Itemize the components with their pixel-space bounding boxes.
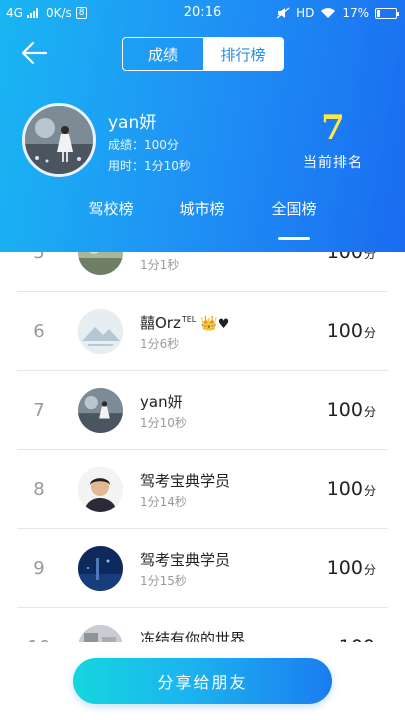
user-name: 驾考宝典学员: [140, 472, 231, 490]
battery-percent: 17%: [342, 6, 369, 20]
user-score: 100分: [327, 529, 376, 608]
list-item[interactable]: 5 1分1秒 100分: [17, 252, 388, 292]
hd-label: HD: [296, 6, 315, 20]
rank-number: 5: [33, 252, 45, 263]
list-item[interactable]: 9 驾考宝典学员 1分15秒 100分: [17, 529, 388, 608]
score-unit: 分: [363, 563, 376, 577]
user-time: 1分6秒: [140, 337, 180, 351]
score-value: 100: [326, 320, 363, 342]
leaderboard-list[interactable]: 5 1分1秒 100分 6 囍OrzTEL 👑♥ 1分6秒 100分 7 yan…: [17, 252, 388, 642]
avatar-photo-icon: [78, 625, 123, 642]
avatar-mountain-icon: [78, 309, 123, 354]
score-value: 100: [326, 252, 363, 263]
header: 4G 0K/s 8 20:16 HD 17% 成绩 排行榜 yan妍 成绩：10…: [0, 0, 405, 252]
score-value: 100: [326, 557, 363, 579]
tab-ranking[interactable]: 排行榜: [203, 38, 283, 70]
crown-icon: 👑: [200, 316, 218, 332]
profile-time: 用时：1分10秒: [108, 159, 191, 173]
tab-school[interactable]: 驾校榜: [66, 198, 156, 219]
user-name: 驾考宝典学员: [140, 551, 231, 569]
user-time: 1分14秒: [140, 495, 187, 509]
avatar-scenery-icon: [78, 252, 123, 275]
arrow-left-icon: [21, 41, 48, 65]
user-time: 1分15秒: [140, 574, 187, 588]
user-score: 100: [339, 608, 376, 642]
rank-number: 9: [33, 558, 45, 579]
avatar-girl-icon: [78, 388, 123, 433]
wifi-icon: [321, 8, 336, 18]
user-score: 100分: [327, 371, 376, 450]
back-button[interactable]: [20, 40, 50, 66]
user-name: yan妍: [140, 393, 183, 411]
list-item[interactable]: 7 yan妍 1分10秒 100分: [17, 371, 388, 450]
user-avatar: [78, 625, 123, 642]
mute-icon: [277, 7, 290, 19]
ranking-scope-tabs: 驾校榜 城市榜 全国榜: [0, 198, 405, 220]
avatar-person-icon: [78, 467, 123, 512]
tab-score[interactable]: 成绩: [123, 38, 203, 70]
user-name: 囍OrzTEL 👑♥: [140, 312, 229, 333]
user-avatar: [78, 309, 123, 354]
list-item[interactable]: 8 驾考宝典学员 1分14秒 100分: [17, 450, 388, 529]
score-value: 100: [326, 399, 363, 421]
segment-control: 成绩 排行榜: [122, 37, 284, 71]
battery-icon: [375, 7, 399, 19]
user-avatar: [78, 467, 123, 512]
score-value: 100: [326, 478, 363, 500]
user-time: 1分10秒: [140, 416, 187, 430]
score-unit: 分: [363, 405, 376, 419]
user-time: 1分1秒: [140, 258, 180, 272]
score-unit: 分: [363, 326, 376, 340]
user-score: 100分: [327, 292, 376, 371]
bottom-bar: 分享给朋友: [0, 642, 405, 720]
avatar-night-icon: [78, 546, 123, 591]
list-item[interactable]: 10 冻结有你的世界 100: [17, 608, 388, 642]
heart-icon: ♥: [217, 317, 230, 332]
user-name: 冻结有你的世界: [140, 630, 246, 642]
tab-city[interactable]: 城市榜: [157, 198, 247, 219]
user-avatar: [78, 388, 123, 433]
rank-number: 10: [17, 608, 61, 642]
profile-name: yan妍: [108, 113, 157, 133]
current-rank: 7: [321, 108, 345, 148]
rank-number: 8: [33, 479, 45, 500]
current-rank-label: 当前排名: [303, 155, 363, 171]
score-unit: 分: [363, 484, 376, 498]
list-item[interactable]: 6 囍OrzTEL 👑♥ 1分6秒 100分: [17, 292, 388, 371]
profile-score: 成绩：100分: [108, 138, 179, 152]
user-score: 100分: [327, 252, 376, 292]
user-avatar: [78, 252, 123, 275]
active-tab-indicator: [278, 237, 310, 240]
profile-avatar: [22, 103, 96, 177]
rank-number: 6: [33, 321, 45, 342]
rank-number: 7: [33, 400, 45, 421]
user-name-text: 囍Orz: [140, 314, 181, 332]
share-button[interactable]: 分享给朋友: [73, 658, 332, 704]
status-bar: 4G 0K/s 8 20:16 HD 17%: [0, 0, 405, 26]
tab-national[interactable]: 全国榜: [249, 198, 339, 219]
user-score: 100分: [327, 450, 376, 529]
user-avatar: [78, 546, 123, 591]
avatar-girl-icon: [25, 106, 93, 174]
tel-badge: TEL: [181, 315, 197, 324]
score-unit: 分: [363, 252, 376, 261]
